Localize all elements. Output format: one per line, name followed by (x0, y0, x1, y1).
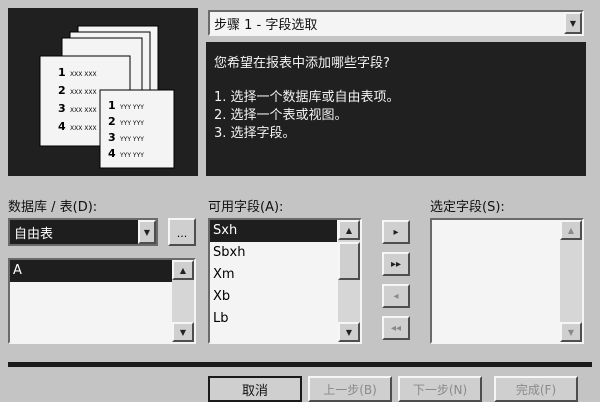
back-button-label: 上一步(B) (323, 382, 377, 397)
scroll-up-icon: ▲ (345, 225, 353, 235)
scroll-thumb[interactable] (338, 242, 360, 280)
scroll-up-button[interactable]: ▲ (338, 220, 360, 240)
database-combobox[interactable]: 自由表 ▼ (8, 218, 158, 246)
scroll-up-button[interactable]: ▲ (560, 220, 582, 240)
arrow-left-icon: ◂ (393, 290, 399, 302)
scroll-up-icon: ▲ (567, 225, 575, 235)
tables-scrollbar[interactable]: ▲ ▼ (172, 260, 194, 342)
illustration-back-text: XXX XXX (70, 125, 97, 132)
scroll-down-icon: ▼ (179, 327, 187, 337)
finish-button-label: 完成(F) (515, 382, 557, 397)
next-button[interactable]: 下一步(N) (398, 376, 482, 402)
illustration-back-num: 1 (58, 66, 66, 79)
illustration-num: 4 (108, 147, 116, 160)
illustration-back-num: 4 (58, 120, 66, 133)
database-label: 数据库 / 表(D): (8, 200, 98, 215)
next-button-label: 下一步(N) (412, 382, 468, 397)
illustration-text: YYY YYY (119, 152, 144, 159)
selected-fields-listbox[interactable]: ▲ ▼ (430, 218, 584, 344)
illustration-back-num: 3 (58, 102, 66, 115)
instruction-question: 您希望在报表中添加哪些字段? (214, 56, 390, 71)
illustration-back-num: 2 (58, 84, 66, 97)
available-fields-label: 可用字段(A): (208, 200, 284, 215)
cancel-button[interactable]: 取消 (208, 376, 302, 402)
double-arrow-right-icon: ▸▸ (390, 258, 402, 270)
illustration-num: 1 (108, 99, 116, 112)
add-all-fields-button[interactable]: ▸▸ (382, 252, 410, 276)
scroll-down-button[interactable]: ▼ (338, 322, 360, 342)
database-combobox-value: 自由表 (14, 227, 54, 242)
cancel-button-label: 取消 (241, 383, 268, 399)
selected-fields-label: 选定字段(S): (430, 200, 505, 215)
list-item[interactable]: A (10, 260, 173, 282)
illustration-text: YYY YYY (119, 136, 144, 143)
illustration-back-text: XXX XXX (70, 107, 97, 114)
instruction-step: 2. 选择一个表或视图。 (214, 108, 348, 123)
footer-divider (8, 362, 592, 367)
selected-fields-scrollbar[interactable]: ▲ ▼ (560, 220, 582, 342)
illustration-text: YYY YYY (119, 104, 144, 111)
illustration-back-text: XXX XXX (70, 89, 97, 96)
browse-button-label: ... (176, 227, 188, 240)
scroll-up-icon: ▲ (179, 265, 187, 275)
double-arrow-left-icon: ◂◂ (390, 322, 402, 334)
scroll-down-button[interactable]: ▼ (172, 322, 194, 342)
arrow-right-icon: ▸ (393, 226, 399, 238)
back-button[interactable]: 上一步(B) (308, 376, 392, 402)
step-combobox[interactable]: 步骤 1 - 字段选取 ▼ (208, 10, 584, 36)
instruction-panel: 您希望在报表中添加哪些字段? 1. 选择一个数据库或自由表项。 2. 选择一个表… (206, 42, 586, 176)
step-combobox-value: 步骤 1 - 字段选取 (214, 18, 318, 33)
report-illustration-icon: 1 XXX XXX 2 XXX XXX 3 XXX XXX 4 XXX XXX … (39, 25, 175, 169)
add-field-button[interactable]: ▸ (382, 220, 410, 244)
scroll-down-icon: ▼ (345, 327, 353, 337)
list-item[interactable]: Sxh (210, 220, 337, 242)
finish-button[interactable]: 完成(F) (494, 376, 578, 402)
step-dropdown-button[interactable]: ▼ (564, 12, 582, 34)
chevron-down-icon: ▼ (143, 227, 151, 237)
remove-field-button[interactable]: ◂ (382, 284, 410, 308)
illustration-text: YYY YYY (119, 120, 144, 127)
illustration-panel: 1 XXX XXX 2 XXX XXX 3 XXX XXX 4 XXX XXX … (8, 8, 198, 176)
illustration-num: 3 (108, 131, 116, 144)
available-fields-scrollbar[interactable]: ▲ ▼ (338, 220, 360, 342)
illustration-back-text: XXX XXX (70, 71, 97, 78)
scroll-down-icon: ▼ (567, 327, 575, 337)
available-fields-listbox[interactable]: Sxh Sbxh Xm Xb Lb ▲ ▼ (208, 218, 362, 344)
scroll-up-button[interactable]: ▲ (172, 260, 194, 280)
chevron-down-icon: ▼ (569, 18, 577, 28)
browse-button[interactable]: ... (168, 218, 196, 246)
database-dropdown-button[interactable]: ▼ (138, 220, 156, 244)
tables-listbox[interactable]: A ▲ ▼ (8, 258, 196, 344)
remove-all-fields-button[interactable]: ◂◂ (382, 316, 410, 340)
instruction-step: 3. 选择字段。 (214, 126, 296, 141)
illustration-num: 2 (108, 115, 116, 128)
instruction-step: 1. 选择一个数据库或自由表项。 (214, 90, 400, 105)
scroll-down-button[interactable]: ▼ (560, 322, 582, 342)
